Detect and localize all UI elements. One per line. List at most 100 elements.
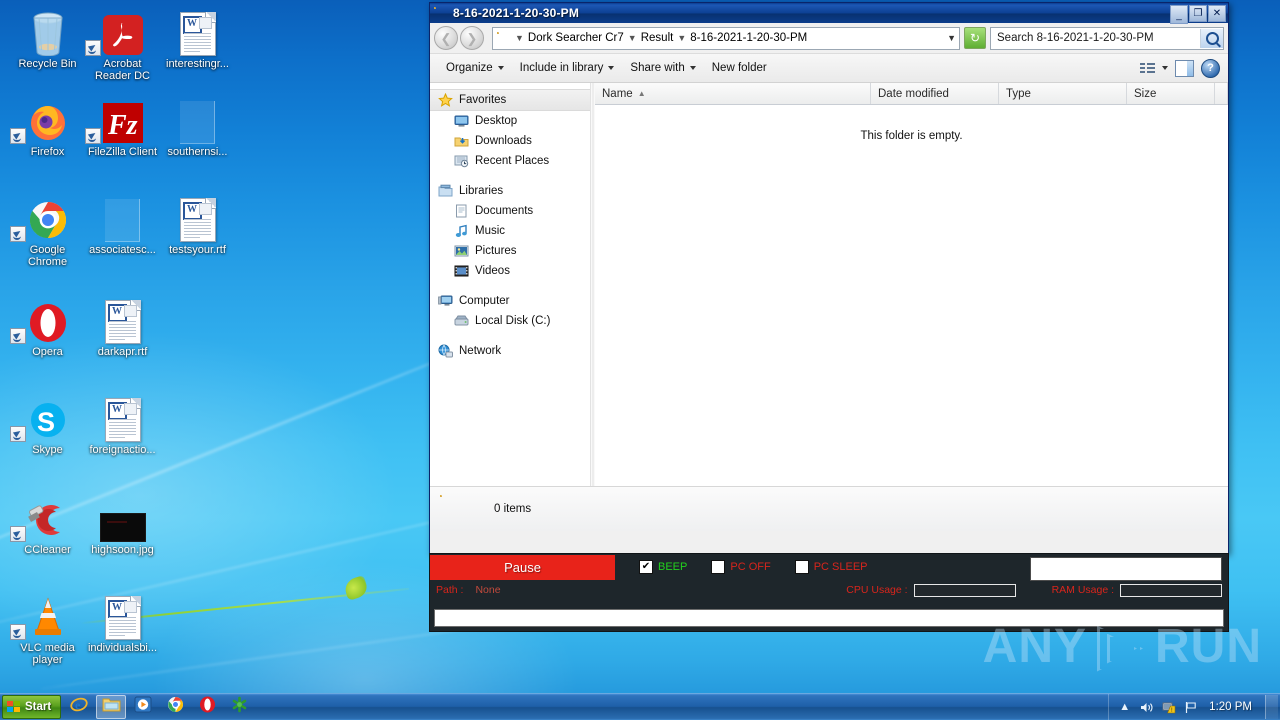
desktop-icon-google-chrome[interactable]: Google Chrome xyxy=(10,194,85,268)
desktop-icon-testsyour-rtf[interactable]: Wtestsyour.rtf xyxy=(160,194,235,257)
network-warning-icon[interactable]: ! xyxy=(1161,700,1176,715)
pc-off-label: PC OFF xyxy=(730,561,771,573)
malware-control-panel[interactable]: Pause ✔ BEEP PC OFF PC SLEEP Path : None… xyxy=(429,553,1229,632)
taskbar-clock[interactable]: 1:20 PM xyxy=(1205,701,1256,713)
svg-text:e: e xyxy=(75,698,81,712)
address-dropdown-icon[interactable]: ▼ xyxy=(947,33,956,43)
pc-off-checkbox[interactable]: PC OFF xyxy=(711,560,771,574)
desktop-icon-associatesc[interactable]: associatesc... xyxy=(85,194,160,257)
close-button[interactable]: ✕ xyxy=(1208,5,1226,22)
navigation-pane[interactable]: Favorites Desktop Downloads Recent Places Li… xyxy=(430,83,591,486)
desktop-icon-filezilla-client[interactable]: Fz FileZilla Client xyxy=(85,96,160,159)
taskbar-button-opera[interactable] xyxy=(192,695,222,719)
nav-item-computer[interactable]: Computer xyxy=(430,291,590,311)
search-icon[interactable] xyxy=(1200,28,1223,48)
window-controls[interactable]: _ ❐ ✕ xyxy=(1170,5,1226,24)
desktop-icon-firefox[interactable]: Firefox xyxy=(10,96,85,159)
desktop-icon-southernsi[interactable]: southernsi... xyxy=(160,96,235,159)
search-box[interactable]: Search 8-16-2021-1-20-30-PM xyxy=(990,26,1224,50)
nav-item-local-disk-c[interactable]: Local Disk (C:) xyxy=(430,311,590,331)
malware-text-input[interactable] xyxy=(1030,557,1222,581)
nav-group-favorites: Favorites Desktop Downloads Recent Places xyxy=(430,89,590,171)
desktop-icon-acrobat-reader-dc[interactable]: Acrobat Reader DC xyxy=(85,8,160,82)
share-with-button[interactable]: Share with xyxy=(622,59,703,77)
checkbox-box[interactable] xyxy=(794,560,809,574)
action-center-flag-icon[interactable] xyxy=(1183,700,1198,715)
desktop-icon-foreignactio[interactable]: Wforeignactio... xyxy=(85,394,160,457)
nav-item-videos[interactable]: Videos xyxy=(430,261,590,281)
preview-pane-icon[interactable] xyxy=(1175,59,1194,77)
taskbar-button-internet-explorer[interactable]: e xyxy=(64,695,94,719)
nav-item-favorites[interactable]: Favorites xyxy=(430,89,590,111)
desktop-icon-skype[interactable]: S Skype xyxy=(10,394,85,457)
image-thumbnail xyxy=(99,513,146,542)
forward-arrow-icon[interactable]: ❯ xyxy=(460,26,484,50)
organize-button[interactable]: Organize xyxy=(438,59,512,77)
include-in-library-button[interactable]: Include in library xyxy=(512,59,623,77)
nav-item-network[interactable]: Network xyxy=(430,341,590,361)
new-folder-button[interactable]: New folder xyxy=(704,59,775,77)
search-input[interactable]: Search 8-16-2021-1-20-30-PM xyxy=(991,32,1200,44)
column-header-row[interactable]: Name ▲ Date modified Type Size xyxy=(595,83,1228,105)
beep-checkbox[interactable]: ✔ BEEP xyxy=(639,560,687,574)
help-icon[interactable]: ? xyxy=(1201,58,1220,78)
maximize-button[interactable]: ❐ xyxy=(1189,5,1207,22)
pause-button[interactable]: Pause xyxy=(430,554,615,580)
show-desktop-button[interactable] xyxy=(1265,695,1278,719)
taskbar-button-google-chrome[interactable] xyxy=(160,695,190,719)
desktop-icon-individualsbi[interactable]: Windividualsbi... xyxy=(85,592,160,655)
system-tray[interactable]: ▲ ! 1:20 PM xyxy=(1108,694,1280,720)
show-hidden-icons-button[interactable]: ▲ xyxy=(1117,700,1132,715)
desktop-icon-opera[interactable]: Opera xyxy=(10,296,85,359)
nav-item-libraries[interactable]: Libraries xyxy=(430,181,590,201)
taskbar-button-green-asterisk-app[interactable] xyxy=(224,695,254,719)
desktop-icon-darkapr-rtf[interactable]: Wdarkapr.rtf xyxy=(85,296,160,359)
desktop-icon-interestingr[interactable]: Winterestingr... xyxy=(160,8,235,71)
recycle-icon xyxy=(10,8,85,56)
window-title-bar[interactable]: 8-16-2021-1-20-30-PM _ ❐ ✕ xyxy=(430,3,1228,24)
desktop-icon-label: testsyour.rtf xyxy=(169,244,226,256)
desktop-icon-label: FileZilla Client xyxy=(87,146,158,158)
column-header-date-modified[interactable]: Date modified xyxy=(871,83,999,104)
nav-item-recent-places[interactable]: Recent Places xyxy=(430,151,590,171)
taskbar-button-windows-explorer[interactable] xyxy=(96,695,127,719)
pc-sleep-checkbox[interactable]: PC SLEEP xyxy=(794,560,868,574)
checkbox-box[interactable]: ✔ xyxy=(639,560,653,574)
minimize-button[interactable]: _ xyxy=(1170,5,1188,24)
explorer-folder-icon xyxy=(102,697,121,718)
desktop-icon-ccleaner[interactable]: CCleaner xyxy=(10,494,85,557)
explorer-window[interactable]: 8-16-2021-1-20-30-PM _ ❐ ✕ ❮ ❯ ▼ Dork Se… xyxy=(429,2,1229,554)
taskbar-button-windows-media-player[interactable] xyxy=(128,695,158,719)
back-arrow-icon[interactable]: ❮ xyxy=(434,26,458,50)
nav-item-label: Videos xyxy=(475,265,510,277)
breadcrumb-item-2[interactable]: 8-16-2021-1-20-30-PM xyxy=(688,32,809,44)
nav-item-pictures[interactable]: Pictures xyxy=(430,241,590,261)
nav-item-music[interactable]: Music xyxy=(430,221,590,241)
checkbox-box[interactable] xyxy=(711,560,726,574)
volume-icon[interactable] xyxy=(1139,700,1154,715)
start-button[interactable]: Start xyxy=(2,695,62,719)
nav-item-desktop[interactable]: Desktop xyxy=(430,111,590,131)
address-bar[interactable]: ▼ Dork Searcher Cr7 ▼ Result ▼ 8-16-2021… xyxy=(492,26,960,50)
desktop-icon-highsoon-jpg[interactable]: highsoon.jpg xyxy=(85,494,160,557)
nav-item-documents[interactable]: Documents xyxy=(430,201,590,221)
refresh-icon[interactable]: ↻ xyxy=(964,27,986,49)
breadcrumb-item-0[interactable]: Dork Searcher Cr7 xyxy=(526,32,626,44)
file-list-pane[interactable]: Name ▲ Date modified Type Size This folder i… xyxy=(595,83,1228,486)
column-header-name[interactable]: Name ▲ xyxy=(595,83,871,104)
column-header-size[interactable]: Size xyxy=(1127,83,1215,104)
view-dropdown-icon[interactable] xyxy=(1162,66,1168,70)
change-view-icon[interactable] xyxy=(1140,62,1155,75)
taskbar[interactable]: Start e ▲ ! 1:20 PM xyxy=(0,693,1280,720)
desktop-icon-recycle-bin[interactable]: Recycle Bin xyxy=(10,8,85,71)
desktop-icon-label: VLC media player xyxy=(20,642,75,666)
nav-item-downloads[interactable]: Downloads xyxy=(430,131,590,151)
ram-usage-bar xyxy=(1120,583,1222,597)
desktop-icon-label: Recycle Bin xyxy=(18,58,77,70)
desktop-icon-label: foreignactio... xyxy=(89,444,156,456)
status-bar: 0 items xyxy=(430,486,1228,531)
column-header-type[interactable]: Type xyxy=(999,83,1127,104)
desktop-icon-vlc-media-player[interactable]: VLC media player xyxy=(10,592,85,666)
windows-logo-icon xyxy=(7,700,21,714)
breadcrumb-item-1[interactable]: Result xyxy=(639,32,676,44)
